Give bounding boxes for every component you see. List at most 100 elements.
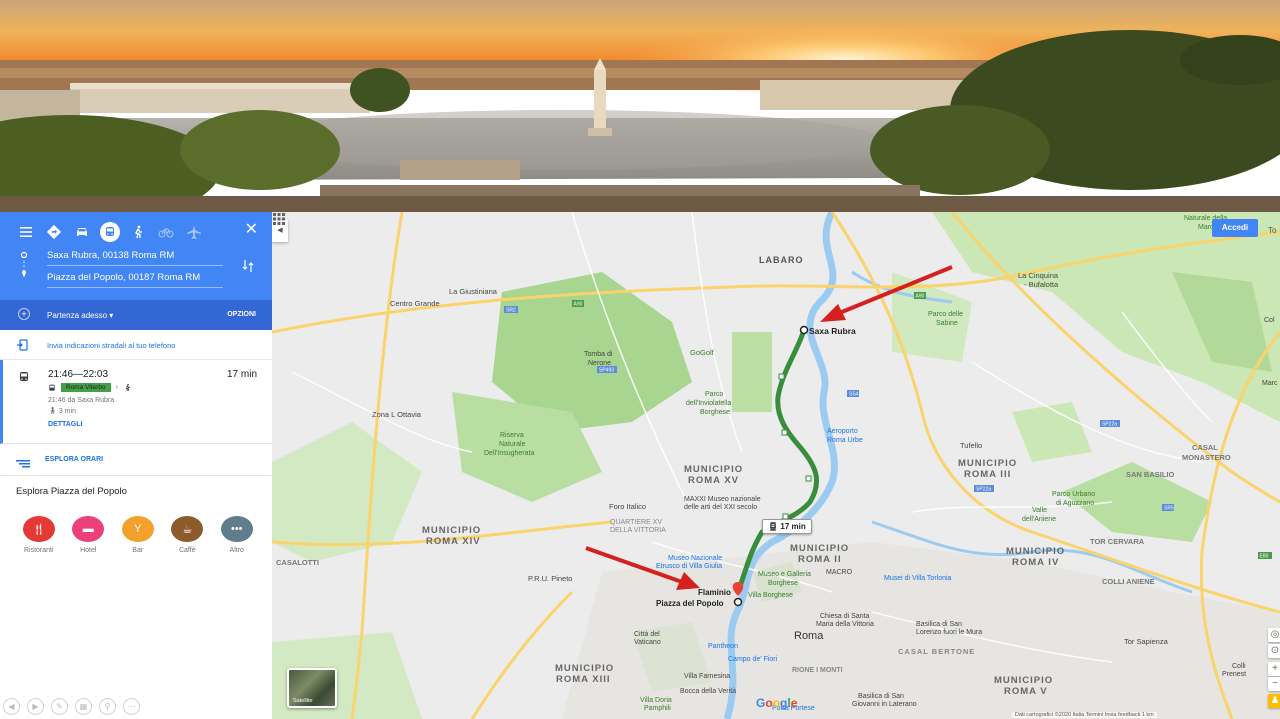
- forward-icon[interactable]: ▶: [27, 698, 44, 715]
- chevron-right-icon: ›: [115, 384, 118, 391]
- label-san-basilio: SAN BASILIO: [1126, 470, 1175, 479]
- directions-header: ✕ Saxa Rubra, 00138 Roma RM Piazza del P…: [0, 212, 272, 300]
- label-pru-pineto: P.R.U. Pineto: [528, 574, 572, 583]
- zoom-in-icon[interactable]: +: [1268, 662, 1280, 676]
- explore-title: Esplora Piazza del Popolo: [16, 486, 127, 497]
- map-attribution[interactable]: Dati cartografici ©2020 Italia Termini I…: [1012, 712, 1157, 718]
- close-icon[interactable]: ✕: [245, 221, 258, 239]
- category-cafe[interactable]: ☕︎ Caffè: [163, 516, 213, 554]
- route-duration-text: 17 min: [780, 522, 806, 531]
- more-icon: •••: [220, 516, 253, 542]
- details-button[interactable]: DETTAGLI: [48, 421, 82, 428]
- street-view-icon[interactable]: ♟: [1268, 694, 1280, 708]
- trip-steps: Roma Viterbo ›: [48, 383, 132, 392]
- depart-time-dropdown[interactable]: Partenza adesso ▾: [47, 311, 113, 320]
- svg-text:Riserva: Riserva: [500, 432, 524, 439]
- zoom-out-icon[interactable]: −: [1268, 677, 1280, 691]
- destination-input[interactable]: Piazza del Popolo, 00187 Roma RM: [47, 272, 223, 288]
- svg-text:Naturale: Naturale: [499, 441, 526, 448]
- category-label: Caffè: [178, 547, 196, 554]
- menu-icon[interactable]: [12, 222, 40, 242]
- category-label: Ristoranti: [23, 547, 54, 554]
- send-to-phone-label: Invia indicazioni stradali al tuo telefo…: [47, 341, 176, 350]
- apps-grid-icon[interactable]: [272, 212, 286, 226]
- swap-icon[interactable]: [242, 259, 254, 278]
- trip-option[interactable]: 21:46—22:03 17 min Roma Viterbo › 21:46 …: [0, 360, 272, 444]
- svg-text:MUNICIPIO: MUNICIPIO: [958, 458, 1017, 469]
- svg-text:Colli: Colli: [1232, 663, 1246, 670]
- label-colli-aniene: COLLI ANIENE: [1102, 577, 1155, 586]
- send-to-phone-row[interactable]: Invia indicazioni stradali al tuo telefo…: [0, 330, 272, 360]
- category-bar[interactable]: Y Bar: [113, 516, 163, 554]
- slides-icon[interactable]: ▦: [75, 698, 92, 715]
- map-canvas[interactable]: LABARO Saxa Rubra La Giustiniana Centro …: [272, 212, 1280, 719]
- my-location-icon[interactable]: ⊙: [1268, 644, 1280, 658]
- category-restaurants[interactable]: 🍴︎ Ristoranti: [14, 516, 64, 554]
- svg-text:SS4: SS4: [849, 392, 859, 398]
- trip-walk: 🚶︎ 3 min: [48, 407, 76, 415]
- options-button[interactable]: OPZIONI: [227, 311, 256, 318]
- flight-icon[interactable]: [180, 222, 208, 242]
- explore-times-row[interactable]: ESPLORA ORARI: [0, 444, 272, 476]
- clipped-label: To: [1268, 226, 1277, 235]
- bike-icon[interactable]: [152, 222, 180, 242]
- car-icon[interactable]: [68, 222, 96, 242]
- svg-text:Giovanni in Laterano: Giovanni in Laterano: [852, 701, 917, 708]
- directions-icon[interactable]: [40, 222, 68, 242]
- svg-text:Basilica di San: Basilica di San: [916, 621, 962, 628]
- svg-text:Dell'Insugherata: Dell'Insugherata: [484, 450, 534, 457]
- google-logo: Google: [756, 696, 798, 710]
- label-foro-italico: Foro Italico: [609, 502, 646, 511]
- svg-text:A90: A90: [916, 294, 925, 300]
- category-more[interactable]: ••• Altro: [212, 516, 262, 554]
- pen-icon[interactable]: ✎: [51, 698, 68, 715]
- train-icon: [49, 384, 55, 391]
- svg-text:Villa Doria: Villa Doria: [640, 697, 672, 704]
- svg-text:di Aguzzano: di Aguzzano: [1056, 500, 1094, 507]
- compass-icon[interactable]: ◎: [1268, 628, 1280, 642]
- add-stop-icon[interactable]: +: [18, 308, 30, 320]
- svg-text:Prenest: Prenest: [1222, 671, 1246, 678]
- walk-icon[interactable]: [124, 222, 152, 242]
- label-piazza-popolo: Piazza del Popolo: [656, 599, 724, 608]
- svg-text:Etrusco di Villa Giulia: Etrusco di Villa Giulia: [656, 563, 722, 570]
- label-cinquina: La Cinquina: [1018, 271, 1059, 280]
- svg-text:Aeroporto: Aeroporto: [827, 428, 858, 435]
- hotel-icon: ▬: [72, 516, 105, 542]
- destination-marker[interactable]: [733, 597, 743, 607]
- zoom-icon[interactable]: ⚲: [99, 698, 116, 715]
- map-view[interactable]: LABARO Saxa Rubra La Giustiniana Centro …: [272, 212, 1280, 719]
- svg-text:SP22a: SP22a: [1102, 422, 1117, 428]
- label-la-giustiniana: La Giustiniana: [449, 287, 498, 296]
- cafe-icon: ☕︎: [171, 516, 204, 542]
- svg-text:Tomba di: Tomba di: [584, 351, 613, 358]
- svg-text:delle arti del XXI secolo: delle arti del XXI secolo: [684, 504, 757, 511]
- svg-text:MUNICIPIO: MUNICIPIO: [555, 663, 614, 674]
- svg-text:MUNICIPIO: MUNICIPIO: [684, 464, 743, 475]
- svg-text:Basilica di San: Basilica di San: [858, 693, 904, 700]
- back-icon[interactable]: ◀: [3, 698, 20, 715]
- hero-photo-illustration: [0, 0, 1280, 212]
- origin-marker[interactable]: [799, 325, 809, 335]
- more-icon[interactable]: ⋯: [123, 698, 140, 715]
- trip-time-range: 21:46—22:03: [48, 369, 109, 380]
- category-hotel[interactable]: ▬ Hotel: [64, 516, 114, 554]
- label-saxa-rubra: Saxa Rubra: [809, 326, 856, 336]
- line-badge: Roma Viterbo: [61, 383, 111, 392]
- satellite-layer-toggle[interactable]: Satellite: [287, 668, 337, 708]
- svg-text:Pamphili: Pamphili: [644, 705, 671, 712]
- walk-icon: 🚶︎: [48, 408, 57, 415]
- signin-button[interactable]: Accedi: [1212, 219, 1258, 237]
- svg-text:DELLA VITTORIA: DELLA VITTORIA: [610, 527, 666, 534]
- send-to-phone-icon: [17, 338, 29, 356]
- label-tor-sapienza: Tor Sapienza: [1124, 637, 1169, 646]
- svg-text:dell'Inviolatella: dell'Inviolatella: [686, 400, 731, 407]
- origin-input[interactable]: Saxa Rubra, 00138 Roma RM: [47, 250, 223, 266]
- svg-text:ROMA IV: ROMA IV: [1012, 557, 1059, 568]
- label-rione-monti: RIONE I MONTI: [792, 667, 843, 674]
- label-macro: MACRO: [826, 569, 853, 576]
- route-duration-badge[interactable]: 🚆︎ 17 min: [762, 519, 812, 534]
- transit-icon[interactable]: [100, 222, 120, 242]
- label-flaminio: Flaminio: [698, 588, 731, 597]
- category-label: Hotel: [80, 547, 97, 554]
